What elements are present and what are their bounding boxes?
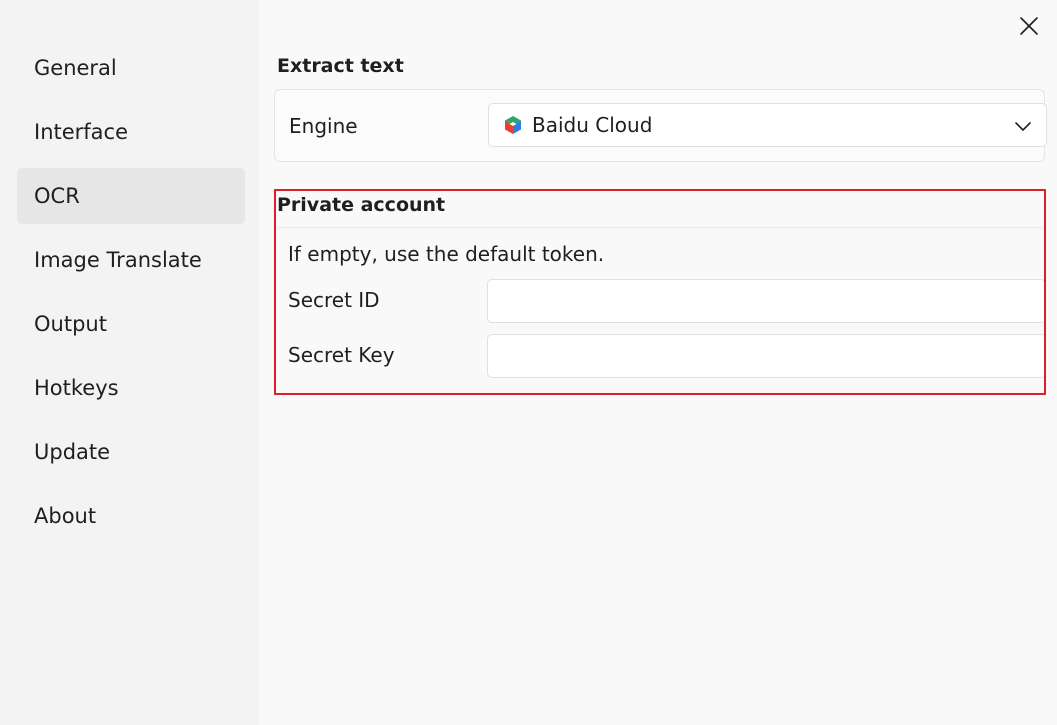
close-icon	[1020, 17, 1038, 35]
account-hint: If empty, use the default token.	[288, 242, 605, 266]
engine-select[interactable]: Baidu Cloud	[488, 103, 1047, 147]
sidebar-item-label: Update	[34, 440, 111, 464]
sidebar-item-ocr[interactable]: OCR	[17, 168, 245, 224]
sidebar-item-output[interactable]: Output	[17, 296, 245, 352]
sidebar-item-label: General	[34, 56, 117, 80]
sidebar-item-label: Output	[34, 312, 107, 336]
sidebar-item-label: Image Translate	[34, 248, 202, 272]
engine-value: Baidu Cloud	[532, 113, 653, 137]
close-button[interactable]	[1017, 14, 1041, 38]
baidu-cloud-logo-icon	[505, 116, 521, 134]
sidebar-item-label: Interface	[34, 120, 129, 144]
engine-card: Engine Baidu Cloud	[274, 89, 1047, 162]
sidebar-item-hotkeys[interactable]: Hotkeys	[17, 360, 245, 416]
settings-window: General Interface OCR Image Translate Ou…	[0, 0, 1057, 725]
sidebar-item-general[interactable]: General	[17, 40, 245, 96]
extract-text-title: Extract text	[277, 55, 404, 77]
main-panel: Extract text Engine Baidu Cloud Private …	[259, 0, 1057, 725]
secret-id-input[interactable]	[487, 279, 1046, 323]
secret-key-label: Secret Key	[288, 343, 395, 367]
private-account-title: Private account	[277, 194, 446, 216]
section-divider	[276, 227, 1044, 228]
engine-label: Engine	[289, 114, 358, 138]
secret-key-input[interactable]	[487, 334, 1046, 378]
sidebar-item-interface[interactable]: Interface	[17, 104, 245, 160]
sidebar-item-update[interactable]: Update	[17, 424, 245, 480]
sidebar-item-about[interactable]: About	[17, 488, 245, 544]
sidebar-item-image-translate[interactable]: Image Translate	[17, 232, 245, 288]
sidebar: General Interface OCR Image Translate Ou…	[0, 0, 259, 725]
chevron-down-icon	[1015, 122, 1031, 131]
sidebar-item-label: Hotkeys	[34, 376, 119, 400]
sidebar-item-label: About	[34, 504, 97, 528]
sidebar-item-label: OCR	[34, 184, 80, 208]
secret-id-label: Secret ID	[288, 288, 380, 312]
